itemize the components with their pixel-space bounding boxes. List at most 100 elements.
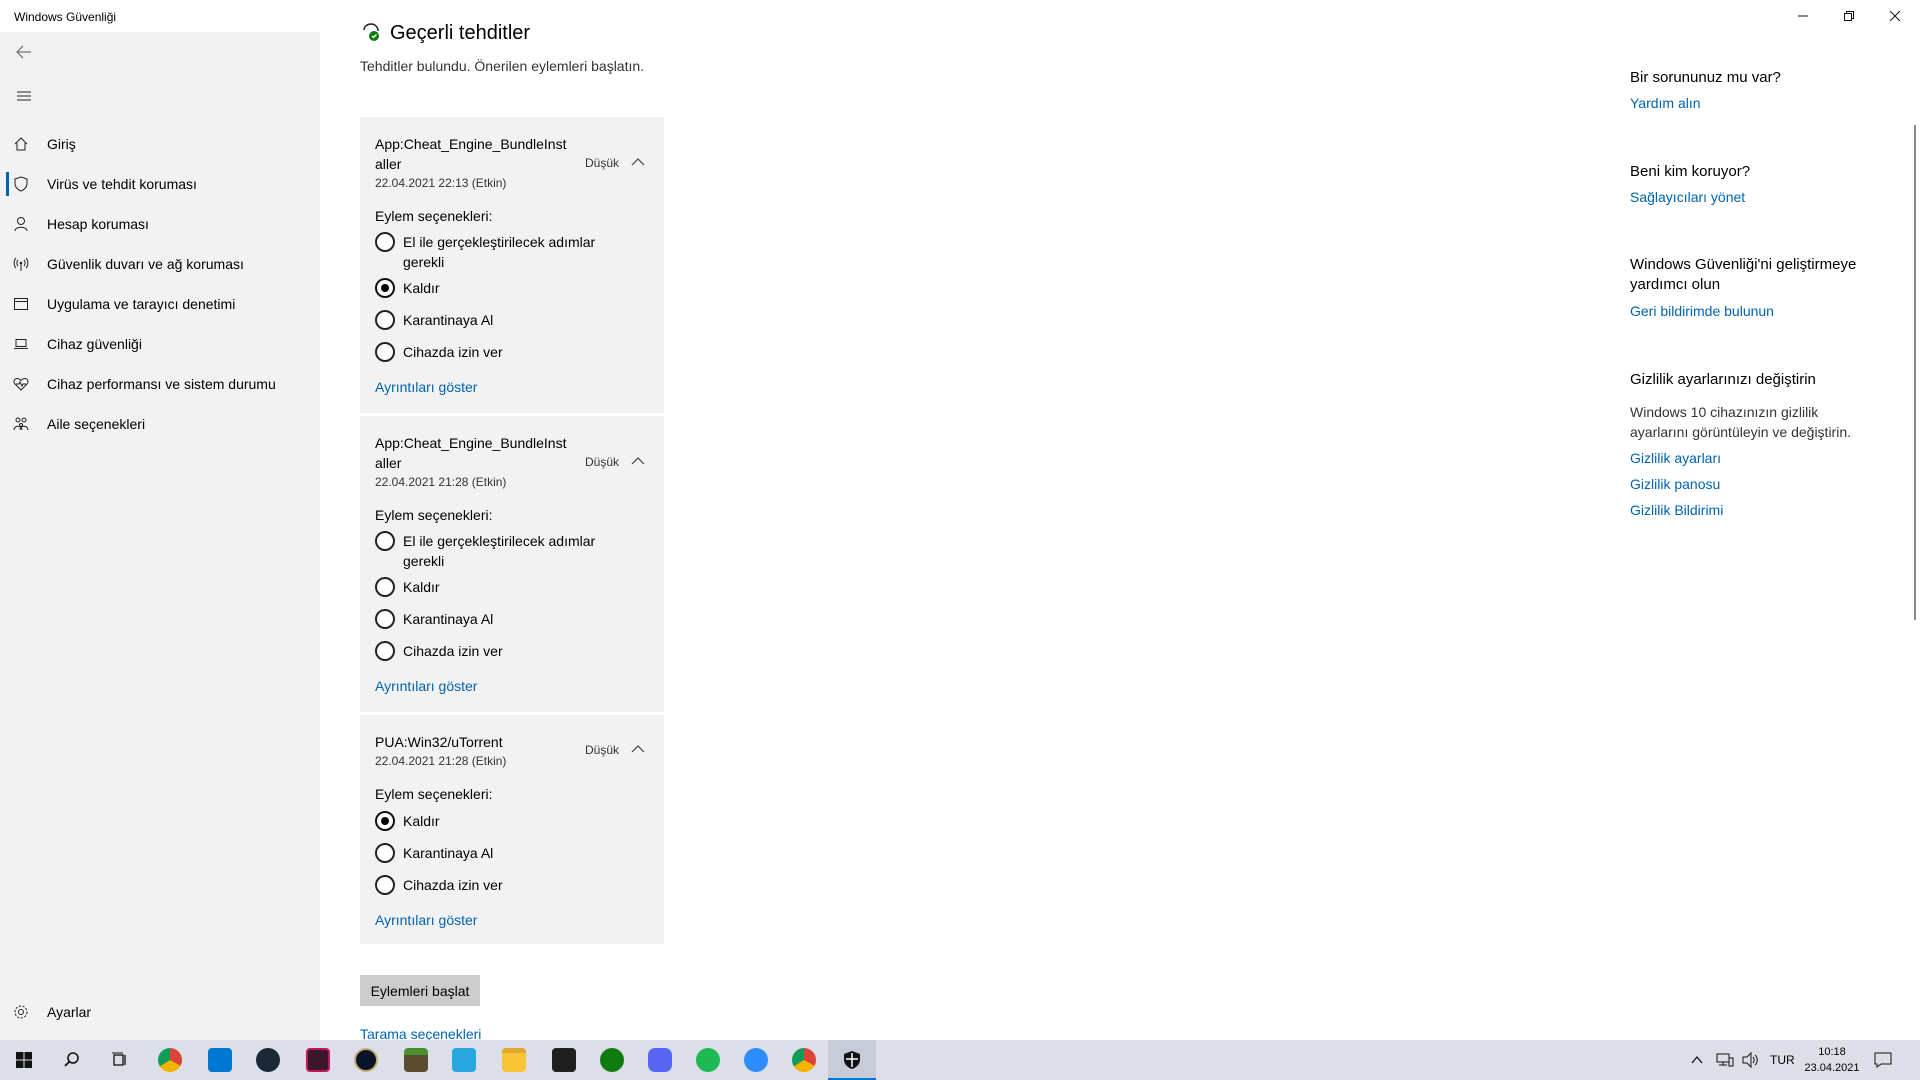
sidebar-item-settings[interactable]: Ayarlar (0, 994, 320, 1030)
radio-button[interactable] (375, 278, 395, 298)
radio-button[interactable] (375, 875, 395, 895)
sidebar-item-virus-protection[interactable]: Virüs ve tehdit koruması (0, 166, 320, 202)
taskbar-app-xbox[interactable] (588, 1040, 636, 1080)
details-link[interactable]: Ayrıntıları göster (375, 379, 477, 395)
radio-option-quarantine[interactable]: Karantinaya Al (375, 310, 655, 330)
taskbar-app-discord[interactable] (636, 1040, 684, 1080)
windows-security-app: Windows Güvenliği Giriş Virüs ve tehdit … (0, 0, 1920, 1080)
chevron-up-icon[interactable] (630, 453, 646, 469)
scan-options-link[interactable]: Tarama seçenekleri (360, 1026, 481, 1040)
feedback-link[interactable]: Geri bildirimde bulunun (1630, 303, 1774, 319)
radio-button[interactable] (375, 232, 395, 252)
chevron-up-icon[interactable] (630, 741, 646, 757)
taskbar-app-minecraft[interactable] (392, 1040, 440, 1080)
page-title: Geçerli tehditler (390, 22, 531, 44)
radio-button[interactable] (375, 843, 395, 863)
action-options-label: Eylem seçenekleri: (375, 507, 493, 523)
chevron-up-icon[interactable] (630, 154, 646, 170)
details-link[interactable]: Ayrıntıları göster (375, 912, 477, 928)
task-view-button[interactable] (96, 1040, 144, 1080)
details-link[interactable]: Ayrıntıları göster (375, 678, 477, 694)
network-icon (1716, 1053, 1734, 1067)
radio-option-allow[interactable]: Cihazda izin ver (375, 875, 655, 895)
threat-name-line: aller (375, 156, 402, 172)
taskbar-app-affinity[interactable] (294, 1040, 342, 1080)
notifications-button[interactable] (1874, 1040, 1892, 1080)
taskbar-app-mail[interactable] (196, 1040, 244, 1080)
taskbar-app-epic-games[interactable] (540, 1040, 588, 1080)
action-options-label: Eylem seçenekleri: (375, 208, 493, 224)
taskbar-app-file-explorer[interactable] (490, 1040, 538, 1080)
taskbar-app-steam[interactable] (244, 1040, 292, 1080)
taskbar-app-chrome-2[interactable] (780, 1040, 828, 1080)
privacy-dashboard-link[interactable]: Gizlilik panosu (1630, 476, 1720, 492)
radio-button[interactable] (375, 609, 395, 629)
help-link[interactable]: Yardım alın (1630, 95, 1701, 111)
taskbar-app-zoom[interactable] (732, 1040, 780, 1080)
taskbar-app-league[interactable] (342, 1040, 390, 1080)
notification-icon (1874, 1052, 1892, 1068)
radio-label: El ile gerçekleştirilecek adımlar gerekl… (403, 234, 596, 270)
taskbar-app-spotify[interactable] (684, 1040, 732, 1080)
radio-option-manual[interactable]: El ile gerçekleştirilecek adımlar gerekl… (375, 232, 655, 272)
sidebar-item-device-security[interactable]: Cihaz güvenliği (0, 326, 320, 362)
sidebar-item-label: Virüs ve tehdit koruması (47, 176, 197, 192)
start-button[interactable] (0, 1040, 48, 1080)
manage-providers-link[interactable]: Sağlayıcıları yönet (1630, 189, 1745, 205)
privacy-settings-link[interactable]: Gizlilik ayarları (1630, 450, 1721, 466)
start-actions-button[interactable]: Eylemleri başlat (360, 975, 480, 1006)
gear-icon (12, 1003, 30, 1021)
radio-button[interactable] (375, 577, 395, 597)
threat-card: PUA:Win32/uTorrent 22.04.2021 21:28 (Etk… (360, 715, 664, 944)
improve-heading: Windows Güvenliği'ni geliştirmeye yardım… (1630, 256, 1857, 293)
language-indicator[interactable]: TUR (1770, 1040, 1795, 1080)
radio-option-remove[interactable]: Kaldır (375, 811, 655, 831)
clock[interactable]: 10:18 23.04.2021 (1802, 1044, 1862, 1076)
xbox-icon (600, 1048, 624, 1072)
radio-option-allow[interactable]: Cihazda izin ver (375, 641, 655, 661)
radio-label: Kaldır (403, 579, 440, 595)
volume-tray-button[interactable] (1742, 1040, 1760, 1080)
mail-icon (208, 1048, 232, 1072)
sidebar-item-device-performance[interactable]: Cihaz performansı ve sistem durumu (0, 366, 320, 402)
scrollbar[interactable] (1914, 125, 1916, 620)
network-tray-button[interactable] (1716, 1040, 1734, 1080)
sidebar-item-home[interactable]: Giriş (0, 126, 320, 162)
search-button[interactable] (48, 1040, 96, 1080)
tray-overflow-button[interactable] (1690, 1040, 1704, 1080)
taskbar-app-chrome[interactable] (146, 1040, 194, 1080)
radio-label: Karantinaya Al (403, 611, 494, 627)
radio-option-manual[interactable]: El ile gerçekleştirilecek adımlar gerekl… (375, 531, 655, 571)
search-icon (64, 1052, 79, 1067)
radio-option-quarantine[interactable]: Karantinaya Al (375, 609, 655, 629)
epic-games-icon (552, 1048, 576, 1072)
volume-icon (1742, 1052, 1758, 1068)
antenna-icon (12, 255, 30, 273)
menu-button[interactable] (12, 84, 36, 108)
radio-option-quarantine[interactable]: Karantinaya Al (375, 843, 655, 863)
back-button[interactable] (12, 40, 36, 64)
chrome-icon (792, 1048, 816, 1072)
radio-button[interactable] (375, 531, 395, 551)
taskbar-app-windows-security[interactable] (828, 1040, 876, 1080)
threat-severity: Düşük (585, 455, 620, 469)
radio-button[interactable] (375, 641, 395, 661)
taskbar-app-nineteen[interactable] (440, 1040, 488, 1080)
sidebar-item-family[interactable]: Aile seçenekleri (0, 406, 320, 442)
radio-option-remove[interactable]: Kaldır (375, 577, 655, 597)
radio-label: Karantinaya Al (403, 312, 494, 328)
sidebar-item-account[interactable]: Hesap koruması (0, 206, 320, 242)
radio-label: Cihazda izin ver (403, 344, 503, 360)
radio-option-allow[interactable]: Cihazda izin ver (375, 342, 655, 362)
windows-security-icon (844, 1051, 860, 1069)
radio-button[interactable] (375, 310, 395, 330)
privacy-statement-link[interactable]: Gizlilik Bildirimi (1630, 502, 1723, 518)
sidebar-item-app-browser[interactable]: Uygulama ve tarayıcı denetimi (0, 286, 320, 322)
radio-option-remove[interactable]: Kaldır (375, 278, 655, 298)
radio-button[interactable] (375, 342, 395, 362)
league-icon (354, 1048, 378, 1072)
radio-button[interactable] (375, 811, 395, 831)
threat-clock-icon (363, 23, 379, 41)
main-content: Geçerli tehditler Tehditler bulundu. Öne… (320, 0, 1920, 1040)
sidebar-item-firewall[interactable]: Güvenlik duvarı ve ağ koruması (0, 246, 320, 282)
